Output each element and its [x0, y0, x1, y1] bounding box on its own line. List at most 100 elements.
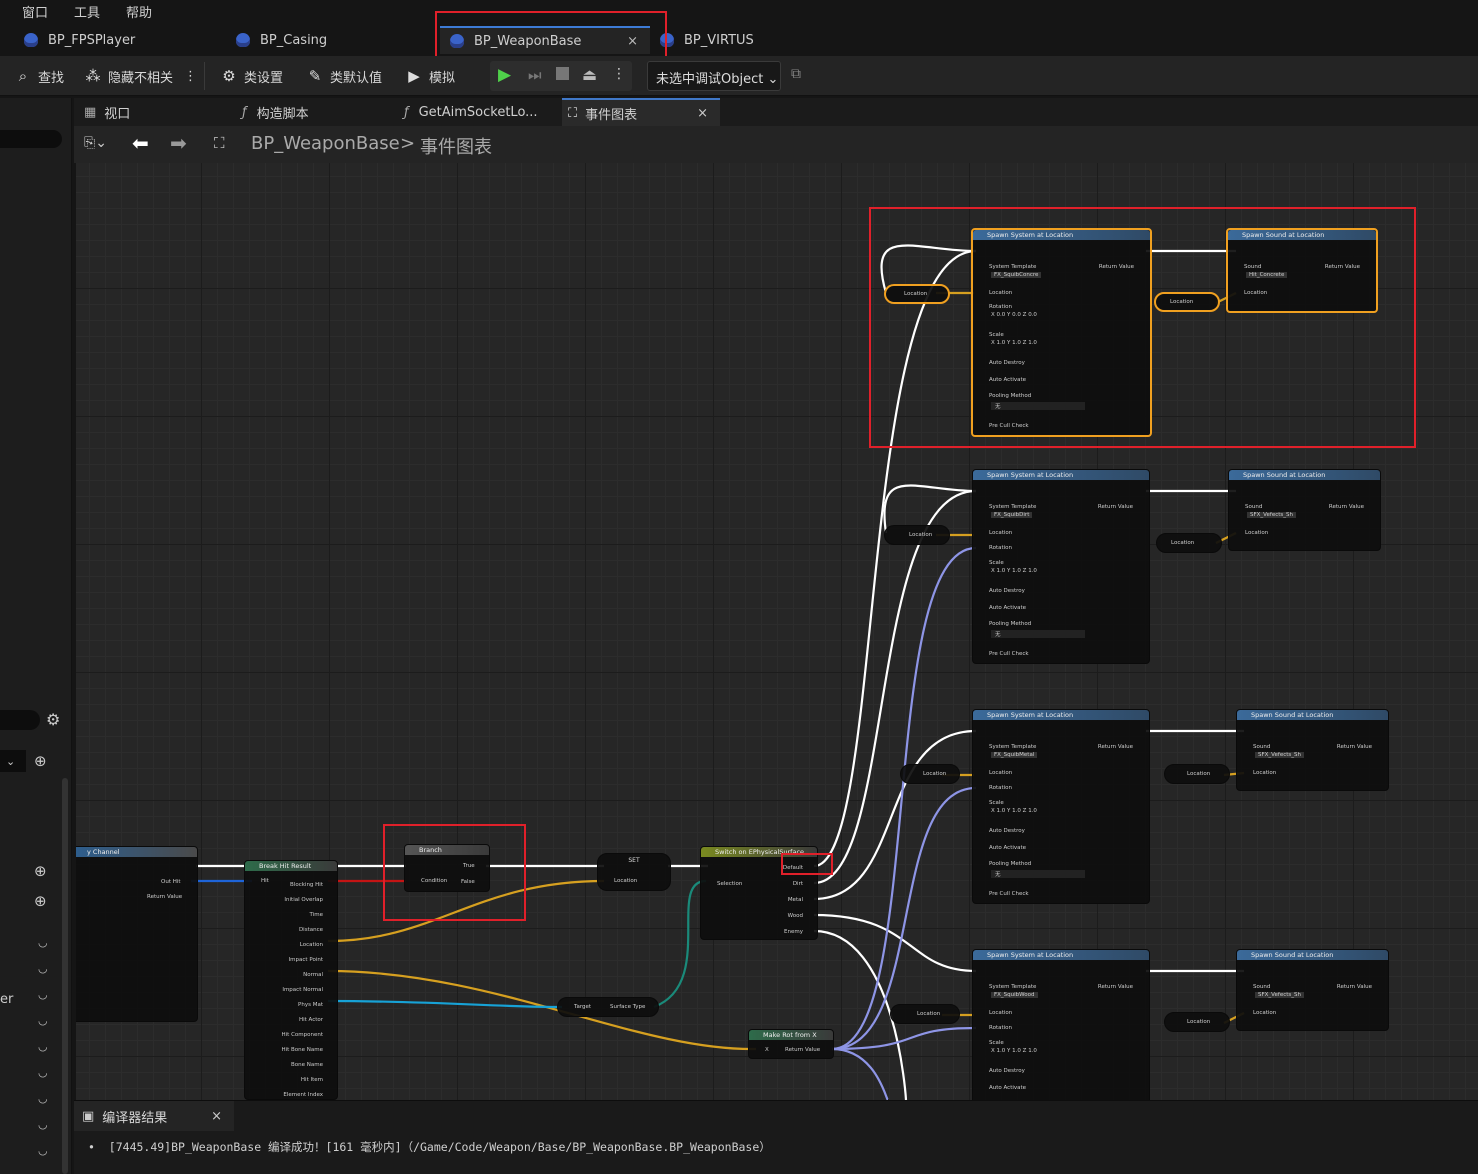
- scale-fields[interactable]: X 1.0 Y 1.0 Z 1.0: [991, 568, 1037, 574]
- eye-closed-icon[interactable]: ◡: [38, 1092, 48, 1105]
- spawn-sound-node[interactable]: Spawn Sound at Location Sound SFX_Vefect…: [1228, 469, 1381, 551]
- close-icon[interactable]: ×: [211, 1109, 222, 1124]
- bookmark-icon[interactable]: ⎘⌄: [84, 135, 107, 151]
- pin-label: Initial Overlap: [284, 897, 323, 903]
- menu-window[interactable]: 窗口: [0, 0, 60, 22]
- more-options-icon[interactable]: ⋮: [184, 64, 197, 88]
- tab-viewport[interactable]: ▦ 视口: [80, 98, 230, 126]
- menu-help[interactable]: 帮助: [112, 0, 164, 22]
- highlight-box: [781, 853, 833, 875]
- dropdown[interactable]: ⌄: [0, 750, 26, 772]
- pin-label: Pre Cull Check: [989, 891, 1029, 897]
- scale-fields[interactable]: X 1.0 Y 1.0 Z 1.0: [991, 1048, 1037, 1054]
- location-getter-node[interactable]: Location: [890, 1004, 960, 1024]
- breadcrumb: ⎘⌄ ⬅ ➡ ⛶ BP_WeaponBase > 事件图表: [74, 126, 1478, 163]
- node-title: Spawn Sound at Location: [1229, 470, 1380, 480]
- pin-label: System Template: [989, 504, 1037, 510]
- tab-compiler-results[interactable]: ▣ 编译器结果 ×: [74, 1101, 234, 1131]
- chevron-down-icon: ⌄: [767, 72, 779, 87]
- asset-select[interactable]: FX_SquibDirt: [991, 512, 1033, 518]
- close-icon[interactable]: ×: [697, 106, 708, 121]
- forward-arrow-icon[interactable]: ➡: [170, 131, 187, 155]
- pin-label: Target: [574, 1004, 592, 1010]
- eject-icon[interactable]: ⏏: [582, 65, 597, 84]
- hide-unrelated-button[interactable]: ⁂ 隐藏不相关: [84, 64, 174, 88]
- simulate-button[interactable]: ▶ 模拟: [405, 64, 455, 88]
- tab-bp-fpsplayer[interactable]: BP_FPSPlayer: [24, 26, 224, 54]
- play-options-icon[interactable]: ⋮: [612, 66, 626, 82]
- tab-label: GetAimSocketLo...: [418, 104, 538, 120]
- asset-select[interactable]: FX_SquibMetal: [991, 752, 1038, 758]
- left-search-field[interactable]: [0, 130, 62, 148]
- make-rot-from-x-node[interactable]: Make Rot from X X Return Value: [748, 1029, 834, 1059]
- axis-label: X: [991, 1048, 995, 1054]
- scrollbar[interactable]: [62, 778, 68, 1174]
- location-getter-node[interactable]: Location: [884, 525, 950, 545]
- set-location-node[interactable]: SET Location: [597, 853, 671, 891]
- gear-icon[interactable]: ⚙: [46, 710, 60, 729]
- tab-bp-virtus[interactable]: BP_VIRTUS: [660, 26, 860, 54]
- eye-closed-icon[interactable]: ◡: [38, 1040, 48, 1053]
- class-settings-button[interactable]: ⚙ 类设置: [220, 64, 283, 88]
- axis-label: Z: [1022, 808, 1027, 814]
- spawn-sound-node[interactable]: Spawn Sound at Location Sound SFX_Vefect…: [1236, 709, 1389, 791]
- eye-closed-icon[interactable]: ◡: [38, 988, 48, 1001]
- back-arrow-icon[interactable]: ⬅: [132, 131, 149, 155]
- debug-object-select[interactable]: 未选中调试Object ⌄: [647, 61, 781, 91]
- tab-getaimsocket[interactable]: ƒ GetAimSocketLo...: [404, 98, 564, 126]
- graph-icon: ⛶: [568, 105, 578, 121]
- asset-select[interactable]: FX_SquibWood: [991, 992, 1038, 998]
- location-getter-node[interactable]: Location: [900, 764, 960, 784]
- scale-fields[interactable]: X 1.0 Y 1.0 Z 1.0: [991, 808, 1037, 814]
- eye-closed-icon[interactable]: ◡: [38, 1014, 48, 1027]
- find-button[interactable]: ⌕ 查找: [14, 64, 64, 88]
- bullet-icon: •: [88, 1140, 95, 1154]
- add-icon[interactable]: ⊕: [34, 892, 47, 910]
- spawn-system-node[interactable]: Spawn System at Location System Template…: [972, 469, 1150, 664]
- asset-select[interactable]: SFX_Vefects_Sh: [1247, 512, 1296, 518]
- spawn-system-node[interactable]: Spawn System at Location System Template…: [972, 949, 1150, 1100]
- pin-label: Selection: [717, 881, 743, 887]
- break-hit-result-node[interactable]: Break Hit Result Hit Blocking Hit Initia…: [244, 860, 338, 1100]
- add-icon[interactable]: ⊕: [34, 752, 47, 770]
- function-icon: ƒ: [242, 104, 247, 120]
- stop-icon[interactable]: [556, 67, 569, 80]
- node-title: SET: [628, 857, 640, 864]
- location-getter-node[interactable]: Location: [1164, 764, 1230, 784]
- tab-construction-script[interactable]: ƒ 构造脚本: [242, 98, 392, 126]
- spawn-sound-node[interactable]: Spawn Sound at Location Sound SFX_Vefect…: [1236, 949, 1389, 1031]
- menu-tools[interactable]: 工具: [60, 0, 112, 22]
- eye-closed-icon[interactable]: ◡: [38, 962, 48, 975]
- event-graph-canvas[interactable]: y Channel Out Hit Return Value Break Hit…: [76, 163, 1478, 1100]
- location-getter-node[interactable]: Location: [1164, 1012, 1230, 1032]
- eye-closed-icon[interactable]: ◡: [38, 1118, 48, 1131]
- play-icon[interactable]: ▶: [498, 65, 511, 85]
- highlight-box: [383, 824, 526, 921]
- debug-filter-icon[interactable]: ⧉: [791, 66, 801, 82]
- get-surface-type-node[interactable]: Target Surface Type: [557, 997, 659, 1017]
- tab-bp-casing[interactable]: BP_Casing: [236, 26, 436, 54]
- eye-closed-icon[interactable]: ◡: [38, 1144, 48, 1157]
- asset-select[interactable]: SFX_Vefects_Sh: [1255, 992, 1304, 998]
- location-getter-node[interactable]: Location: [1156, 533, 1222, 553]
- details-search-field[interactable]: [0, 710, 40, 730]
- pin-label: Location: [614, 878, 638, 884]
- pin-label: Location: [299, 942, 323, 948]
- field-value: 1.0: [1028, 1048, 1037, 1054]
- spawn-system-node[interactable]: Spawn System at Location System Template…: [972, 709, 1150, 904]
- pin-label: Auto Activate: [989, 845, 1027, 851]
- eye-closed-icon[interactable]: ◡: [38, 1066, 48, 1079]
- simulate-label: 模拟: [429, 70, 456, 86]
- step-icon[interactable]: ⏭: [528, 66, 542, 84]
- pin-label: Time: [309, 912, 323, 918]
- pooling-select[interactable]: 无: [991, 870, 1085, 878]
- pin-label: Pooling Method: [989, 861, 1032, 867]
- line-trace-node[interactable]: y Channel Out Hit Return Value: [76, 846, 198, 1022]
- eye-closed-icon[interactable]: ◡: [38, 936, 48, 949]
- class-defaults-button[interactable]: ✎ 类默认值: [306, 64, 382, 88]
- add-icon[interactable]: ⊕: [34, 862, 47, 880]
- asset-select[interactable]: SFX_Vefects_Sh: [1255, 752, 1304, 758]
- tab-event-graph[interactable]: ⛶ 事件图表 ×: [562, 98, 720, 126]
- breadcrumb-root[interactable]: BP_WeaponBase: [251, 133, 400, 154]
- pooling-select[interactable]: 无: [991, 630, 1085, 638]
